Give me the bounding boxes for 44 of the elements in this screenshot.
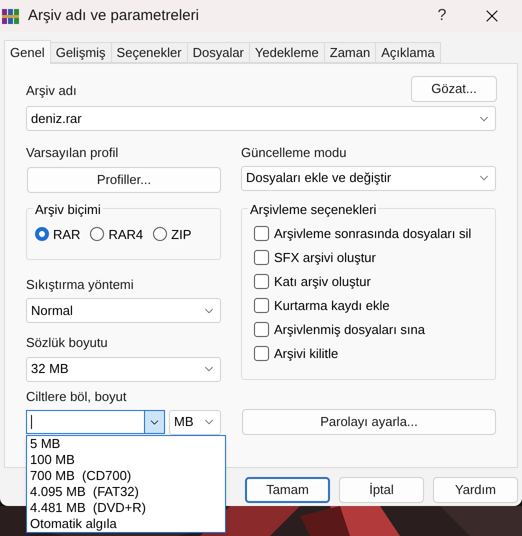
- dropdown-option[interactable]: 700 MB (CD700): [27, 468, 225, 484]
- books-icon: [2, 7, 20, 25]
- size-field[interactable]: [26, 410, 165, 434]
- window-title: Arşiv adı ve parametreleri: [28, 6, 199, 26]
- dialog-button[interactable]: İptal: [339, 477, 424, 503]
- dialog-button[interactable]: Parolayı ayarla...: [242, 409, 496, 435]
- dropdown-field[interactable]: MB: [169, 410, 221, 434]
- radio-option[interactable]: RAR4: [90, 224, 144, 244]
- tab[interactable]: Seçenekler: [112, 42, 188, 63]
- field-label: Güncelleme modu: [241, 144, 348, 162]
- checkbox-option[interactable]: Arşivi kilitle: [254, 344, 483, 362]
- field-label: Sözlük boyutu: [26, 334, 109, 352]
- dropdown-arrow-button[interactable]: [144, 411, 164, 433]
- dropdown-field[interactable]: deniz.rar: [26, 106, 496, 131]
- tab[interactable]: Açıklama: [376, 42, 441, 63]
- tab[interactable]: Zaman: [324, 42, 376, 63]
- field-label: Varsayılan profil: [26, 144, 120, 162]
- checkbox-option[interactable]: Kurtarma kaydı ekle: [254, 296, 483, 314]
- tab[interactable]: Gelişmiş: [50, 42, 112, 63]
- dialog-button[interactable]: Profiller...: [27, 166, 221, 192]
- field-label: Arşiv adı: [26, 82, 77, 100]
- dialog-button[interactable]: Tamam: [245, 477, 330, 503]
- radio-option[interactable]: ZIP: [153, 224, 192, 244]
- dropdown-field[interactable]: Normal: [26, 298, 221, 323]
- tab[interactable]: Yedekleme: [250, 42, 325, 63]
- dropdown-field[interactable]: 32 MB: [26, 356, 221, 382]
- dropdown-field[interactable]: Dosyaları ekle ve değiştir: [241, 166, 496, 190]
- dropdown-option[interactable]: 4.095 MB (FAT32): [27, 484, 225, 500]
- tab[interactable]: Genel: [4, 40, 51, 64]
- dropdown-option[interactable]: 5 MB: [27, 436, 225, 452]
- radio-option[interactable]: RAR: [35, 224, 80, 244]
- checkbox-option[interactable]: Katı arşiv oluştur: [254, 272, 483, 290]
- dialog-button[interactable]: Gözat...: [411, 76, 497, 102]
- help-button[interactable]: ?: [422, 4, 462, 28]
- tab[interactable]: Dosyalar: [188, 42, 250, 63]
- dropdown-option[interactable]: Otomatik algıla: [27, 516, 225, 532]
- dialog-button[interactable]: Yardım: [433, 477, 518, 503]
- checkbox-option[interactable]: Arşivleme sonrasında dosyaları sil: [254, 224, 483, 242]
- checkbox-option[interactable]: Arşivlenmiş dosyaları sına: [254, 320, 483, 338]
- dropdown-option[interactable]: 100 MB: [27, 452, 225, 468]
- checkbox-option[interactable]: SFX arşivi oluştur: [254, 248, 483, 266]
- dropdown-option[interactable]: 4.481 MB (DVD+R): [27, 500, 225, 516]
- field-label: Sıkıştırma yöntemi: [26, 276, 135, 294]
- field-label: Ciltlere böl, boyut: [26, 388, 128, 406]
